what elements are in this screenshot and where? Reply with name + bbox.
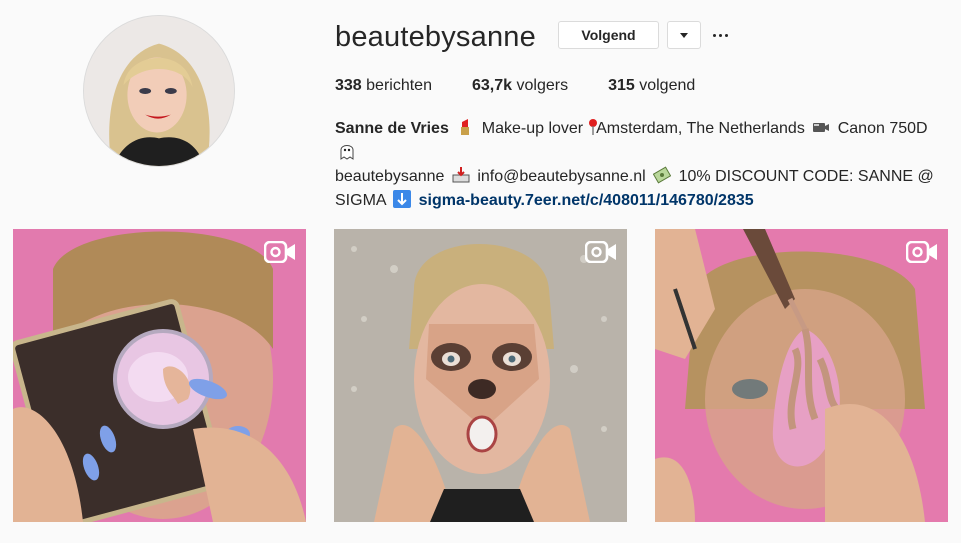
suggestions-dropdown-button[interactable] [667,21,701,49]
round-pushpin-icon [584,118,598,136]
posts-stat: 338 berichten [335,77,432,95]
post-tile-1[interactable] [13,229,306,522]
bio-external-link[interactable]: sigma-beauty.7eer.net/c/408011/146780/28… [419,192,754,209]
bio-text-location: Amsterdam, The Netherlands [596,120,805,137]
bio-text-email: info@beautebysanne.nl [477,168,646,185]
following-stat[interactable]: 315 volgend [608,77,695,95]
bio-text-camera: Canon 750D [837,120,928,137]
followers-count: 63,7k [471,77,513,94]
profile-bio: Sanne de Vries Make-up lover Amsterdam, … [335,117,935,213]
post-image [655,229,948,522]
following-button[interactable]: Volgend [558,21,659,49]
profile-full-name: Sanne de Vries [335,120,449,137]
down-arrow-icon [393,190,412,208]
post-tile-2[interactable] [334,229,627,522]
ghost-icon [338,142,356,160]
posts-label: berichten [366,77,432,94]
video-camera-icon [812,118,830,136]
inbox-tray-icon [452,166,470,184]
lipstick-icon [456,118,474,136]
post-tile-3[interactable] [655,229,948,522]
profile-username: beautebysanne [335,21,536,53]
video-camera-icon [264,241,296,263]
posts-count: 338 [335,77,362,94]
profile-stats: 338 berichten 63,7k volgers 315 volgend [335,77,735,95]
followers-label: volgers [516,77,569,94]
bio-text-makeup: Make-up lover [481,120,584,137]
money-icon [653,166,672,184]
followers-stat[interactable]: 63,7k volgers [472,77,568,95]
avatar-image [84,16,234,166]
post-image [334,229,627,522]
bio-text-handle: beautebysanne [335,168,445,185]
video-camera-icon [585,241,617,263]
post-image [13,229,306,522]
caret-down-icon [680,32,688,38]
video-camera-icon [906,241,938,263]
following-count: 315 [608,77,635,94]
profile-avatar[interactable] [83,15,235,167]
dot-icon [712,33,716,37]
dot-icon [724,33,728,37]
dot-icon [718,33,722,37]
more-options-button[interactable] [708,25,732,45]
following-label: volgend [639,77,696,94]
